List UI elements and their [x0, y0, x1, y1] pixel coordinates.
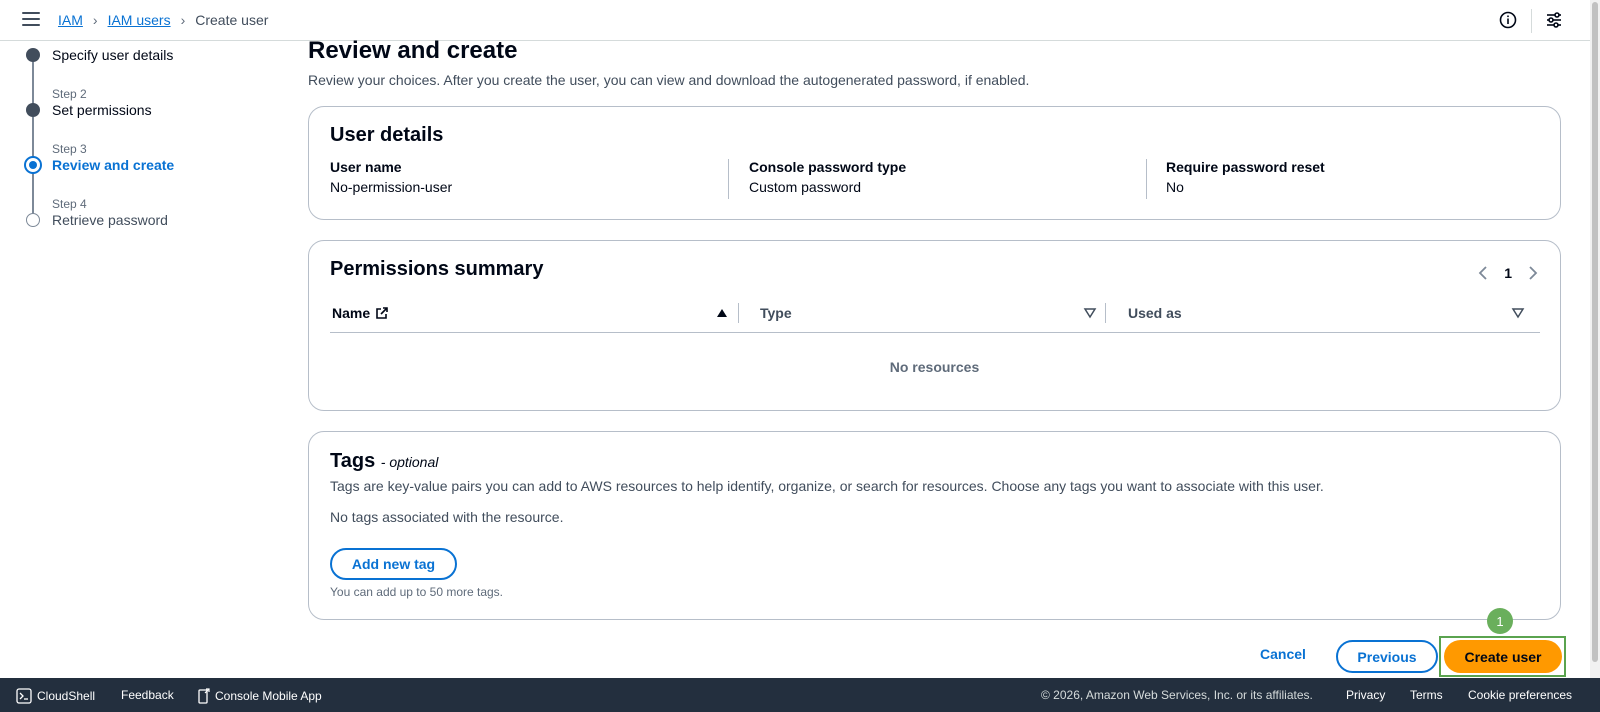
- column-header-label: Name: [332, 305, 371, 321]
- user-details-title: User details: [330, 124, 444, 146]
- column-header-used-as[interactable]: Used as: [1128, 305, 1182, 321]
- column-header-name[interactable]: Name: [332, 305, 389, 321]
- menu-icon[interactable]: [22, 12, 40, 28]
- chevron-right-icon: ›: [180, 12, 186, 28]
- column-divider: [738, 303, 739, 323]
- scrollbar[interactable]: [1590, 0, 1600, 678]
- console-mobile-app-label: Console Mobile App: [215, 689, 322, 703]
- sort-icon[interactable]: [1083, 306, 1097, 320]
- user-details-card: User details User name No-permission-use…: [308, 106, 1561, 220]
- stepper-connector: [32, 117, 34, 159]
- scrollbar-thumb[interactable]: [1592, 2, 1598, 662]
- permissions-table-header: Name Type Used as: [330, 295, 1540, 333]
- cloudshell-link[interactable]: CloudShell: [16, 688, 95, 704]
- chevron-right-icon: ›: [92, 12, 98, 28]
- column-divider: [1105, 303, 1106, 323]
- create-user-button[interactable]: Create user: [1444, 640, 1562, 673]
- stepper-connector: [32, 62, 34, 104]
- console-footer: CloudShell Feedback Console Mobile App ©…: [0, 678, 1600, 712]
- tags-empty-text: No tags associated with the resource.: [330, 509, 564, 525]
- field-key: User name: [330, 159, 402, 175]
- step-done-icon: [26, 48, 40, 62]
- permissions-summary-title: Permissions summary: [330, 258, 544, 280]
- breadcrumb-iam-users[interactable]: IAM users: [108, 12, 171, 28]
- step-number: Step 2: [52, 87, 87, 101]
- permissions-summary-card: Permissions summary 1 Name Type Used as …: [308, 240, 1561, 411]
- user-name-field: User name No-permission-user: [330, 159, 452, 195]
- field-value: No-permission-user: [330, 179, 453, 195]
- stepper-connector: [32, 172, 34, 214]
- chevron-right-icon[interactable]: [1528, 266, 1538, 280]
- step-badge: 1: [1487, 608, 1513, 634]
- field-key: Console password type: [749, 159, 907, 175]
- step-done-icon: [26, 103, 40, 117]
- step-label[interactable]: Set permissions: [52, 102, 152, 118]
- field-key: Require password reset: [1166, 159, 1325, 175]
- step-number: Step 3: [52, 142, 87, 156]
- mobile-phone-icon: [198, 688, 210, 704]
- topbar-divider: [1531, 9, 1532, 33]
- cookie-preferences-link[interactable]: Cookie preferences: [1468, 688, 1572, 702]
- column-header-type[interactable]: Type: [760, 305, 792, 321]
- terminal-icon: [16, 688, 32, 704]
- tags-description: Tags are key-value pairs you can add to …: [330, 478, 1324, 494]
- step-number: Step 4: [52, 197, 87, 211]
- step-active-icon: [24, 156, 42, 174]
- column-divider: [1146, 159, 1147, 199]
- breadcrumb-current: Create user: [195, 12, 269, 28]
- copyright-text: © 2026, Amazon Web Services, Inc. or its…: [1041, 688, 1313, 702]
- console-mobile-app-link[interactable]: Console Mobile App: [198, 688, 322, 704]
- console-password-type-field: Console password type Custom password: [749, 159, 906, 195]
- add-new-tag-button[interactable]: Add new tag: [330, 548, 457, 580]
- field-value: Custom password: [749, 179, 862, 195]
- terms-link[interactable]: Terms: [1410, 688, 1443, 702]
- require-password-reset-field: Require password reset No: [1166, 159, 1325, 195]
- external-link-icon: [376, 307, 388, 319]
- pagination: 1: [1478, 265, 1538, 281]
- page-number[interactable]: 1: [1504, 265, 1512, 281]
- step-label[interactable]: Specify user details: [52, 47, 173, 63]
- column-divider: [728, 159, 729, 199]
- field-value: No: [1166, 179, 1184, 195]
- tags-card: Tags - optional Tags are key-value pairs…: [308, 431, 1561, 620]
- breadcrumb: IAM › IAM users › Create user: [58, 12, 268, 28]
- step-pending-icon: [26, 213, 40, 227]
- sort-icon[interactable]: [1511, 306, 1525, 320]
- settings-panel-icon[interactable]: [1545, 11, 1563, 29]
- top-navigation-bar: IAM › IAM users › Create user: [0, 0, 1600, 41]
- breadcrumb-iam[interactable]: IAM: [58, 12, 83, 28]
- privacy-link[interactable]: Privacy: [1346, 688, 1385, 702]
- tags-hint: You can add up to 50 more tags.: [330, 585, 504, 599]
- previous-button[interactable]: Previous: [1336, 640, 1438, 673]
- feedback-link[interactable]: Feedback: [121, 688, 174, 702]
- cloudshell-label: CloudShell: [37, 689, 96, 703]
- cancel-button[interactable]: Cancel: [1260, 646, 1306, 662]
- page-description: Review your choices. After you create th…: [308, 72, 1030, 88]
- sort-ascending-icon[interactable]: [715, 306, 729, 320]
- step-label: Review and create: [52, 157, 175, 173]
- tags-title-text: Tags: [330, 450, 376, 472]
- chevron-left-icon[interactable]: [1478, 266, 1488, 280]
- optional-label: - optional: [380, 454, 439, 470]
- empty-state: No resources: [889, 359, 980, 375]
- step-label: Retrieve password: [52, 212, 168, 228]
- tags-title: Tags - optional: [330, 450, 438, 473]
- info-icon[interactable]: [1499, 11, 1517, 29]
- page-title: Review and create: [308, 37, 518, 64]
